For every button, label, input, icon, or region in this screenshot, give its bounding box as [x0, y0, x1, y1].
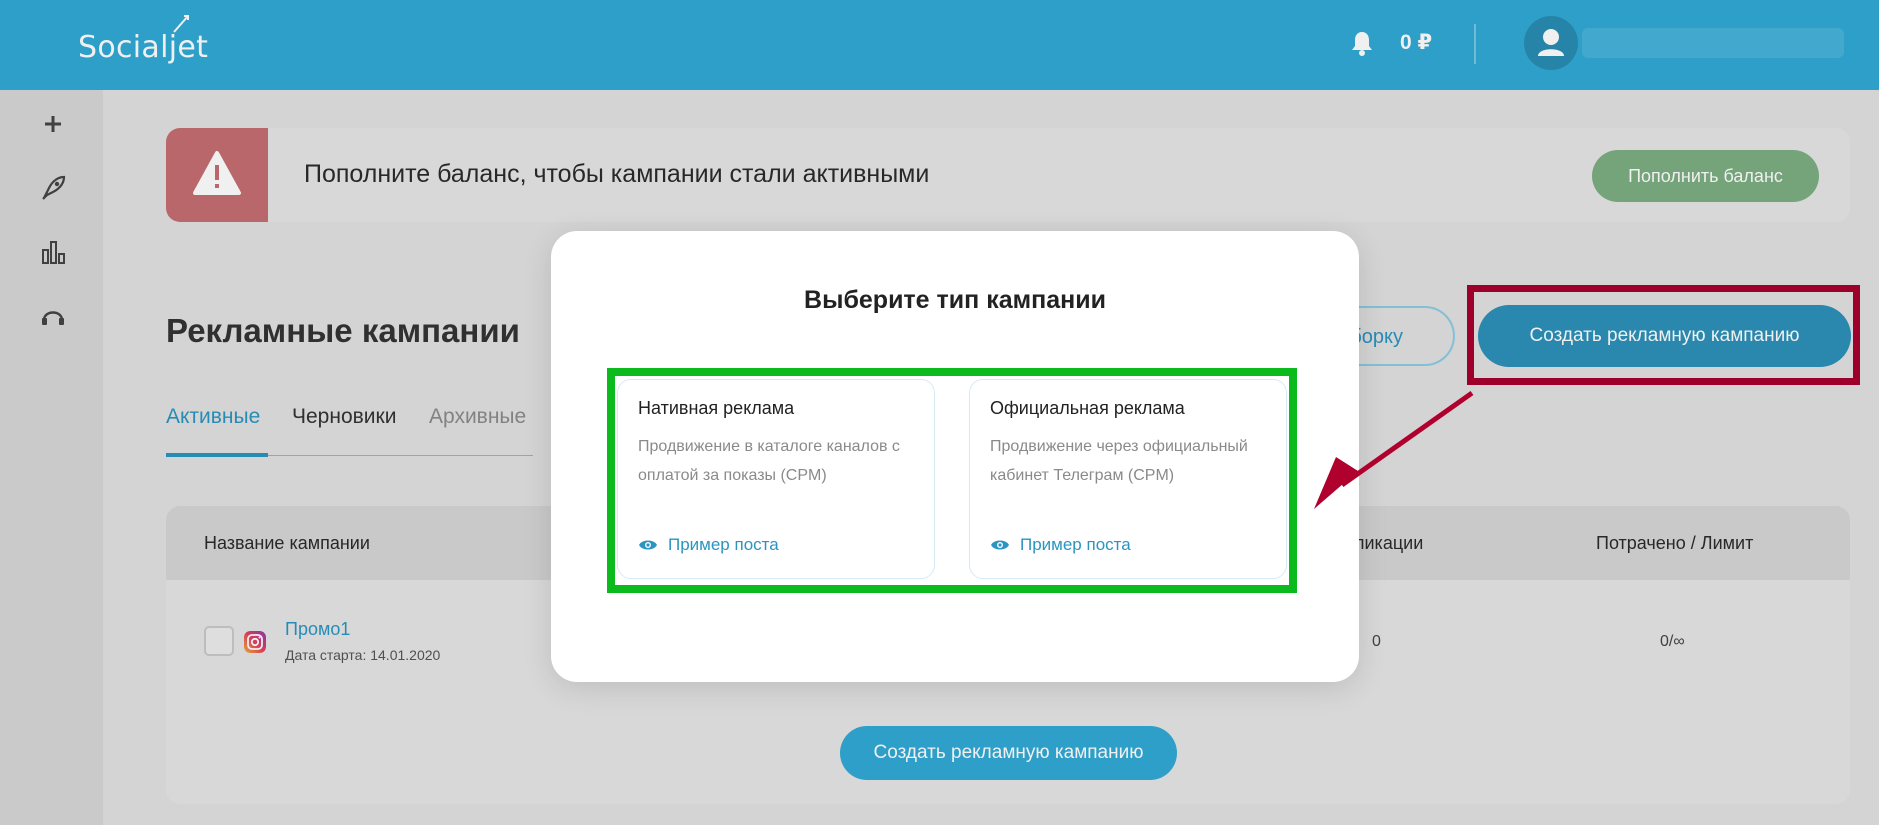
- highlight-green-box: [607, 368, 1297, 593]
- modal-title: Выберите тип кампании: [804, 286, 1106, 314]
- annotation-arrow-icon: [1314, 390, 1474, 509]
